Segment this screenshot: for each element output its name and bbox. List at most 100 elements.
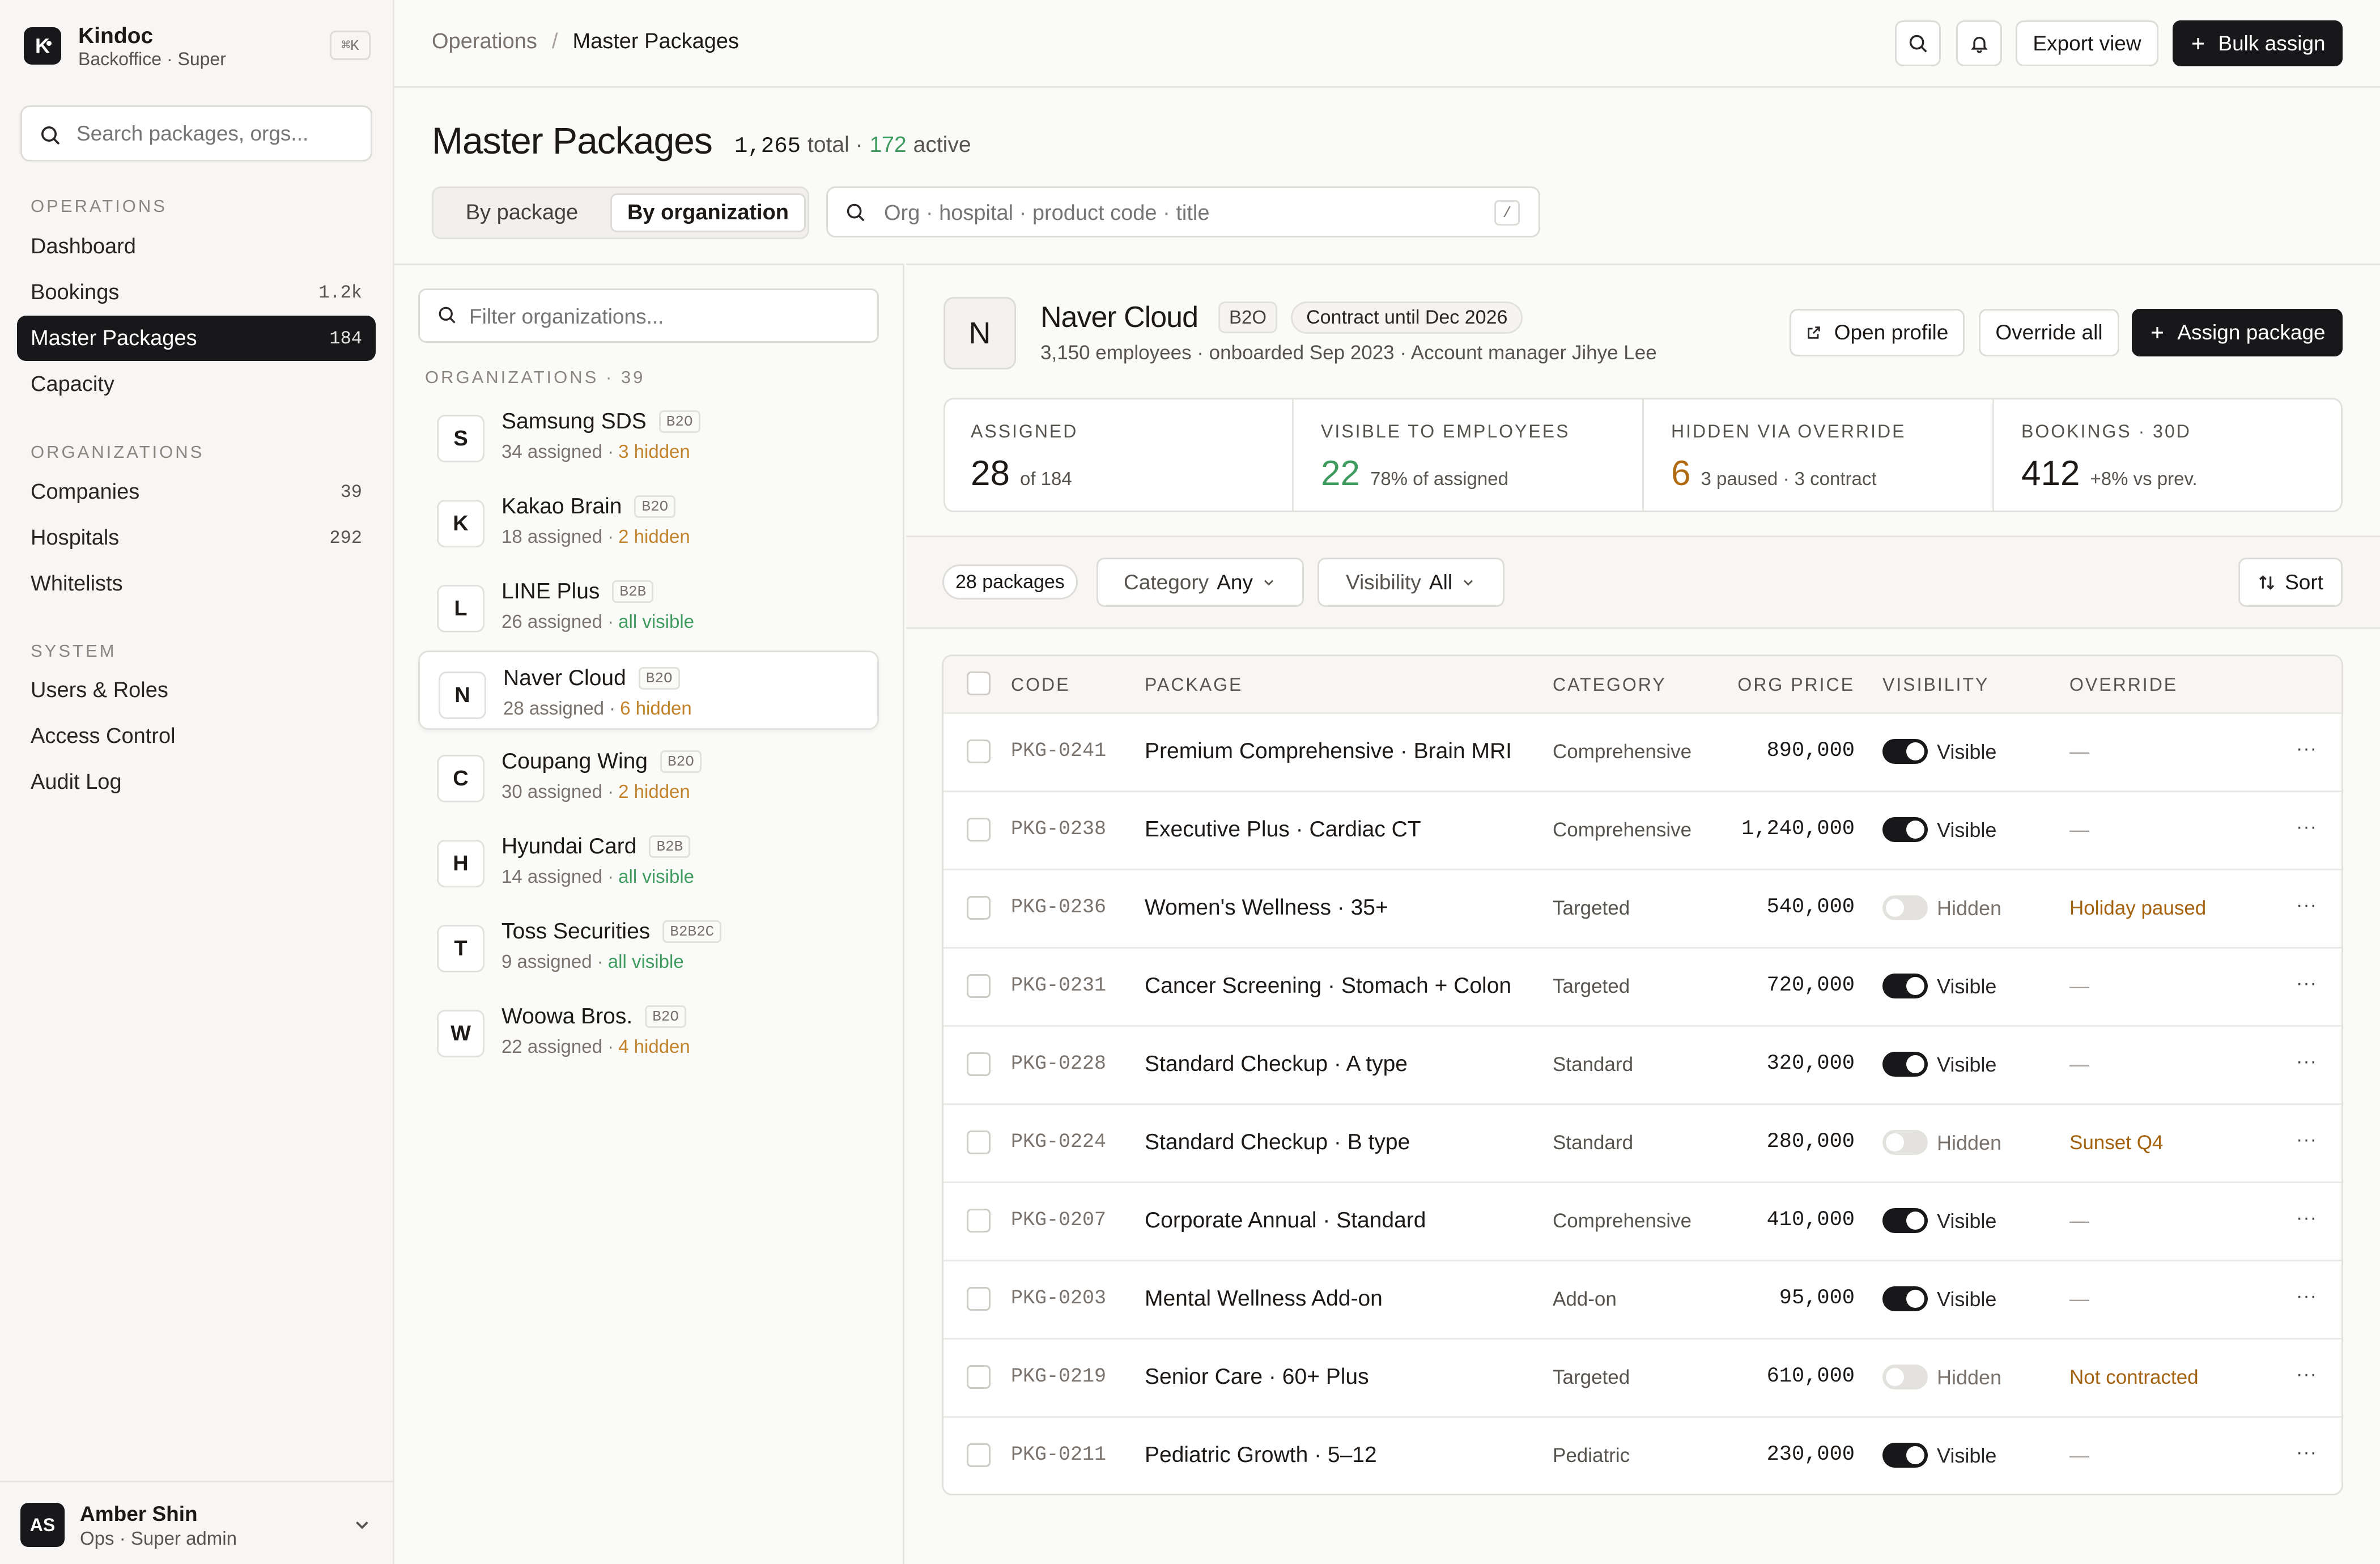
row-checkbox[interactable] (967, 974, 991, 998)
row-checkbox[interactable] (967, 1209, 991, 1232)
more-actions-icon[interactable]: ··· (2296, 1442, 2317, 1464)
column-header-override[interactable]: OVERRIDE (2069, 674, 2178, 695)
sidebar-item-companies[interactable]: Companies 39 (17, 469, 376, 515)
more-actions-icon[interactable]: ··· (2296, 1363, 2317, 1386)
row-checkbox[interactable] (967, 896, 991, 920)
stat-value: 22 (1321, 454, 1360, 493)
package-name[interactable]: Premium Comprehensive · Brain MRI (1145, 739, 1512, 764)
column-header-category[interactable]: CATEGORY (1553, 674, 1667, 695)
search-button[interactable] (1895, 20, 1941, 66)
sidebar-item-master-packages[interactable]: Master Packages 184 (17, 316, 376, 361)
more-actions-icon[interactable]: ··· (2296, 1129, 2317, 1151)
open-profile-button[interactable]: Open profile (1790, 309, 1965, 356)
breadcrumb: Operations / Master Packages (432, 29, 739, 54)
tab-by-organization[interactable]: By organization (610, 193, 806, 232)
stat-value: 28 (971, 454, 1010, 493)
package-name[interactable]: Senior Care · 60+ Plus (1145, 1365, 1369, 1389)
org-name-row: Woowa Bros. B2O (502, 1004, 687, 1029)
sidebar-item-whitelists[interactable]: Whitelists (17, 561, 376, 606)
row-checkbox[interactable] (967, 1365, 991, 1389)
visibility-toggle[interactable] (1882, 895, 1928, 920)
export-view-button[interactable]: Export view (2016, 20, 2158, 66)
visibility-toggle[interactable] (1882, 817, 1928, 842)
sidebar-search-input[interactable] (76, 121, 360, 147)
org-name-row: Coupang Wing B2O (502, 749, 702, 774)
search-shortcut-key: / (1494, 200, 1520, 226)
app-logo[interactable]: K (24, 27, 61, 65)
org-list-item[interactable]: N Naver Cloud B2O 28 assigned · 6 hidden (418, 651, 879, 730)
user-menu[interactable]: AS Amber Shin Ops · Super admin (0, 1481, 393, 1564)
sidebar-item-bookings[interactable]: Bookings 1.2k (17, 270, 376, 315)
sidebar-item-users-roles[interactable]: Users & Roles (17, 668, 376, 713)
sidebar-item-capacity[interactable]: Capacity (17, 362, 376, 407)
more-actions-icon[interactable]: ··· (2296, 972, 2317, 994)
column-header-visibility[interactable]: VISIBILITY (1882, 674, 1989, 695)
row-checkbox[interactable] (967, 1130, 991, 1154)
package-name[interactable]: Executive Plus · Cardiac CT (1145, 817, 1421, 842)
row-checkbox[interactable] (967, 1287, 991, 1311)
package-category: Targeted (1553, 1366, 1630, 1388)
more-actions-icon[interactable]: ··· (2296, 738, 2317, 760)
row-checkbox[interactable] (967, 818, 991, 842)
package-name[interactable]: Pediatric Growth · 5–12 (1145, 1443, 1377, 1468)
visibility-toggle[interactable] (1882, 974, 1928, 998)
package-name[interactable]: Women's Wellness · 35+ (1145, 895, 1388, 920)
package-name[interactable]: Cancer Screening · Stomach + Colon (1145, 974, 1511, 998)
row-checkbox[interactable] (967, 740, 991, 763)
package-search-input[interactable] (884, 200, 1451, 226)
package-code: PKG-0219 (1011, 1365, 1107, 1388)
org-list-item[interactable]: S Samsung SDS B2O 34 assigned · 3 hidden (418, 396, 879, 475)
org-list-item[interactable]: T Toss Securities B2B2C 9 assigned · all vis… (418, 906, 879, 985)
visibility-toggle[interactable] (1882, 739, 1928, 764)
more-actions-icon[interactable]: ··· (2296, 894, 2317, 916)
org-list-item[interactable]: W Woowa Bros. B2O 22 assigned · 4 hidden (418, 991, 879, 1070)
sort-button[interactable]: Sort (2238, 558, 2343, 607)
visibility-toggle[interactable] (1882, 1286, 1928, 1311)
package-name[interactable]: Standard Checkup · A type (1145, 1052, 1408, 1077)
sort-icon (2259, 575, 2275, 590)
visibility-toggle[interactable] (1882, 1052, 1928, 1077)
more-actions-icon[interactable]: ··· (2296, 816, 2317, 838)
visibility-filter[interactable]: Visibility All (1318, 558, 1504, 607)
org-list-item[interactable]: L LINE Plus B2B 26 assigned · all visible (418, 566, 879, 645)
sidebar-item-count: 292 (329, 527, 362, 549)
command-shortcut[interactable]: ⌘K (330, 31, 371, 60)
package-name[interactable]: Standard Checkup · B type (1145, 1130, 1410, 1155)
package-name[interactable]: Corporate Annual · Standard (1145, 1208, 1426, 1233)
override-all-button[interactable]: Override all (1979, 309, 2119, 356)
breadcrumb-parent[interactable]: Operations (432, 29, 537, 54)
more-actions-icon[interactable]: ··· (2296, 1285, 2317, 1307)
package-code: PKG-0236 (1011, 896, 1107, 919)
org-list-item[interactable]: C Coupang Wing B2O 30 assigned · 2 hidden (418, 736, 879, 815)
category-filter[interactable]: Category Any (1096, 558, 1304, 607)
org-filter-input[interactable] (469, 304, 860, 330)
column-header-package[interactable]: PACKAGE (1145, 674, 1243, 695)
select-all-checkbox[interactable] (967, 672, 991, 695)
sidebar-search[interactable] (20, 105, 372, 162)
visibility-toggle[interactable] (1882, 1443, 1928, 1468)
stat-label: HIDDEN VIA OVERRIDE (1671, 421, 1906, 441)
sidebar-item-access-control[interactable]: Access Control (17, 713, 376, 759)
column-header-org-price[interactable]: ORG PRICE (1728, 674, 1855, 695)
row-checkbox[interactable] (967, 1052, 991, 1076)
package-name[interactable]: Mental Wellness Add-on (1145, 1286, 1383, 1311)
more-actions-icon[interactable]: ··· (2296, 1207, 2317, 1229)
org-list-item[interactable]: H Hyundai Card B2B 14 assigned · all visible (418, 821, 879, 900)
visibility-toggle[interactable] (1882, 1130, 1928, 1155)
sidebar-item-hospitals[interactable]: Hospitals 292 (17, 515, 376, 560)
package-search[interactable]: / (826, 186, 1540, 237)
column-header-code[interactable]: CODE (1011, 674, 1070, 695)
more-actions-icon[interactable]: ··· (2296, 1051, 2317, 1073)
bulk-assign-button[interactable]: Bulk assign (2173, 20, 2343, 66)
org-list-item[interactable]: K Kakao Brain B2O 18 assigned · 2 hidden (418, 481, 879, 560)
visibility-toggle[interactable] (1882, 1365, 1928, 1389)
sidebar-item-audit-log[interactable]: Audit Log (17, 759, 376, 805)
notifications-button[interactable] (1956, 20, 2002, 66)
tab-by-package[interactable]: By package (439, 193, 605, 232)
assign-package-button[interactable]: Assign package (2132, 309, 2343, 356)
visibility-toggle[interactable] (1882, 1208, 1928, 1233)
package-category: Standard (1553, 1053, 1634, 1076)
org-filter[interactable] (418, 288, 879, 343)
row-checkbox[interactable] (967, 1443, 991, 1467)
sidebar-item-dashboard[interactable]: Dashboard (17, 224, 376, 269)
